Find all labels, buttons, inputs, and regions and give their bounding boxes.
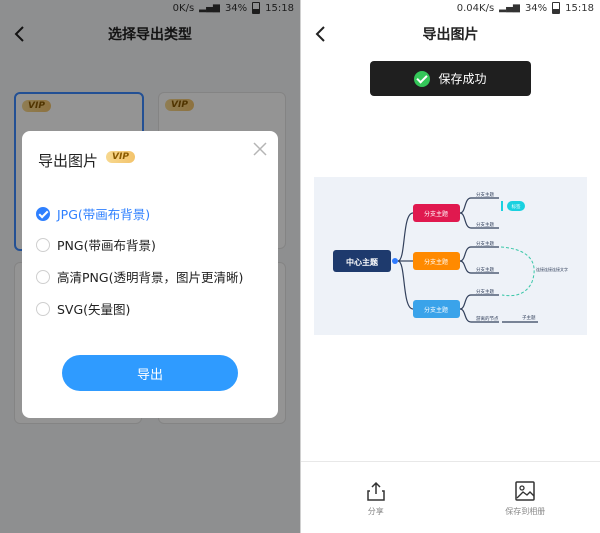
tag-label: 标签: [512, 203, 521, 210]
bottom-action-bar: 分享 保存到相册: [301, 461, 600, 533]
branch-label: 分支主题: [424, 306, 448, 314]
option-svg[interactable]: SVG(矢量图): [36, 299, 130, 318]
radio-icon: [36, 301, 50, 316]
option-label: JPG(带画布背景): [57, 207, 151, 222]
subtopic-label: 分支主题: [476, 240, 494, 247]
status-bar: 0.04K/s ▂▄▆ 34% 15:18: [301, 0, 600, 16]
mindmap-preview: 中心主题 分支主题 分支主题 分支主题 分支主题 分支主题 分支主题 分支主题 …: [314, 177, 587, 335]
subtopic-label: 分支主题: [476, 221, 494, 228]
option-label: PNG(带画布背景): [57, 238, 156, 253]
chevron-left-icon: [315, 26, 325, 42]
subtopic-label: 分支主题: [476, 266, 494, 273]
close-icon[interactable]: [252, 141, 268, 157]
subtopic-label: 子主题: [522, 314, 536, 321]
subtopic-label: 分支主题: [476, 288, 494, 295]
toast-text: 保存成功: [438, 72, 487, 86]
clock: 15:18: [565, 2, 594, 14]
battery-icon: [552, 2, 561, 14]
network-speed: 0.04K/s: [456, 2, 495, 14]
signal-icon: ▂▄▆: [499, 3, 520, 13]
nav-bar: 导出图片: [301, 18, 600, 50]
share-label: 分享: [367, 506, 384, 516]
save-album-label: 保存到相册: [505, 506, 546, 516]
branch-label: 分支主题: [424, 258, 448, 266]
vip-badge: VIP: [106, 151, 135, 163]
page-title: 导出图片: [422, 27, 479, 43]
dialog-title: 导出图片: [38, 152, 99, 170]
export-button[interactable]: 导出: [62, 355, 238, 391]
right-screen: 0.04K/s ▂▄▆ 34% 15:18 导出图片 保存成功 中心主题 分支主…: [301, 0, 600, 533]
radio-icon: [36, 269, 50, 284]
share-icon: [367, 481, 385, 501]
option-jpg[interactable]: JPG(带画布背景): [36, 204, 150, 223]
save-to-album-button[interactable]: 保存到相册: [451, 462, 600, 533]
subtopic-label: 分支主题: [476, 191, 494, 198]
mindmap-image: 中心主题 分支主题 分支主题 分支主题 分支主题 分支主题 分支主题 分支主题 …: [333, 191, 568, 323]
battery-percent: 34%: [524, 2, 548, 14]
radio-checked-icon: [36, 206, 50, 221]
back-button[interactable]: [309, 22, 333, 46]
central-topic-label: 中心主题: [346, 257, 379, 267]
export-image-dialog: 导出图片 VIP JPG(带画布背景) PNG(带画布背景) 高清PNG(透明背…: [22, 131, 278, 418]
connection-note: 连接连接连接文字: [536, 266, 568, 272]
option-label: 高清PNG(透明背景，图片更清晰): [57, 270, 244, 285]
option-hd-png[interactable]: 高清PNG(透明背景，图片更清晰): [36, 267, 243, 286]
radio-icon: [36, 237, 50, 252]
option-label: SVG(矢量图): [57, 302, 131, 317]
save-success-toast: 保存成功: [370, 61, 531, 96]
option-png[interactable]: PNG(带画布背景): [36, 235, 156, 254]
left-screen: 0K/s ▂▄▆ 34% 15:18 选择导出类型 VIP VIP 导出图片 V…: [0, 0, 300, 533]
subtopic-label: 游离的节点: [476, 315, 499, 322]
check-circle-icon: [414, 70, 431, 87]
share-button[interactable]: 分享: [301, 462, 451, 533]
branch-label: 分支主题: [424, 210, 448, 218]
collapse-dot: [392, 258, 398, 264]
image-icon: [515, 480, 535, 501]
